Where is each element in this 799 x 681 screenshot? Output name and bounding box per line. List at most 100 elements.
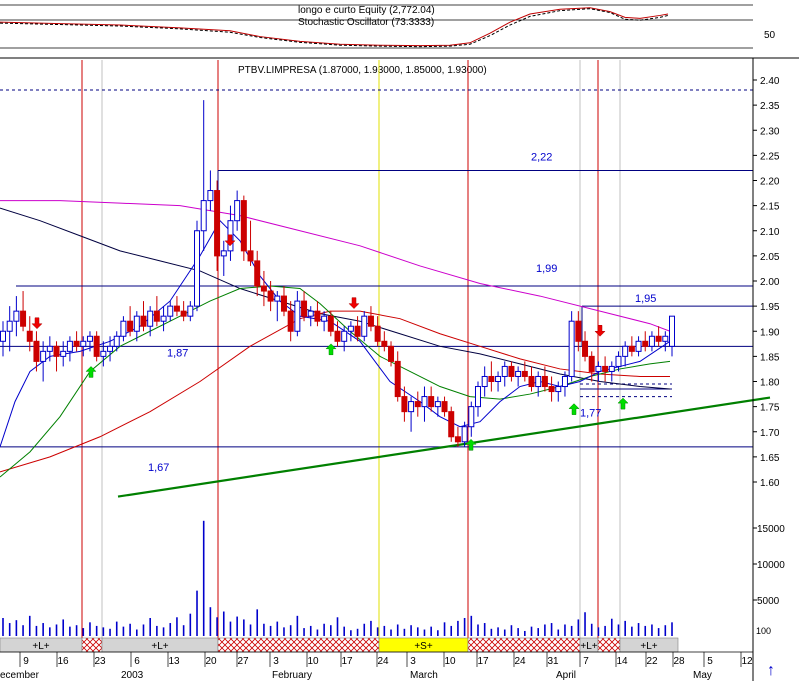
- candle-59: [394, 351, 401, 402]
- candle-body: [107, 345, 114, 352]
- candle-body: [528, 375, 535, 388]
- candle-body: [180, 310, 187, 317]
- volume-bar-77: [517, 628, 519, 636]
- month-label-4: April: [556, 670, 576, 681]
- candle-body: [374, 325, 381, 342]
- day-label-4: 13: [168, 656, 180, 667]
- candle-body: [0, 330, 6, 342]
- candle-6: [40, 341, 47, 382]
- candle-body: [508, 365, 515, 377]
- volume-bar-2: [15, 620, 18, 636]
- volume-bar-47: [316, 629, 319, 636]
- volume-bar-13: [89, 622, 91, 636]
- oscillator-panel: longo e curto Equity (2,772.04) Stochast…: [0, 0, 799, 59]
- candle-79: [528, 366, 535, 392]
- volume-bar-15: [102, 627, 105, 636]
- day-label-2: 23: [94, 656, 106, 667]
- candle-body: [220, 250, 227, 257]
- candle-body: [247, 250, 254, 262]
- volume-bar-56: [376, 627, 379, 636]
- volume-bar-36: [243, 619, 245, 636]
- candle-body: [622, 345, 629, 357]
- volume-bar-51: [343, 626, 345, 636]
- month-label-3: March: [410, 670, 438, 681]
- volume-bar-85: [570, 625, 573, 636]
- candle-42: [280, 286, 287, 317]
- level-label-1: 1,99: [536, 263, 557, 275]
- volume-bar-37: [249, 624, 252, 636]
- volume-bar-44: [296, 615, 299, 636]
- scroll-up-arrow[interactable]: ↑: [767, 662, 775, 679]
- candle-73: [488, 361, 495, 392]
- volume-bar-16: [109, 628, 111, 636]
- price-tick-label: 1.75: [760, 403, 780, 414]
- candle-body: [207, 190, 214, 202]
- candle-33: [220, 240, 227, 276]
- candle-body: [421, 396, 428, 408]
- osc-tick-50: 50: [764, 30, 776, 41]
- candle-35: [234, 190, 241, 231]
- candle-body: [314, 310, 321, 322]
- volume-bar-55: [370, 620, 372, 636]
- volume-bar-86: [577, 619, 580, 636]
- candle-89: [595, 361, 602, 382]
- volume-bar-24: [162, 627, 165, 636]
- signal-band-label: +L+: [580, 641, 597, 652]
- candle-body: [361, 315, 368, 337]
- day-label-3: 6: [134, 656, 140, 667]
- volume-tick-label: 5000: [757, 596, 780, 607]
- candle-83: [555, 381, 562, 402]
- price-tick-label: 1.80: [760, 378, 780, 389]
- candle-body: [454, 436, 461, 443]
- level-label-3: 1,87: [167, 347, 188, 359]
- volume-bar-95: [637, 623, 640, 636]
- candle-body: [260, 285, 267, 292]
- signal-band-1: [81, 637, 103, 653]
- price-tick-label: 1.60: [760, 478, 780, 489]
- volume-bar-92: [617, 624, 620, 636]
- volume-tick-label: 15000: [757, 524, 785, 535]
- candle-85: [568, 311, 575, 382]
- candle-body: [194, 230, 201, 307]
- day-label-5: 20: [205, 656, 217, 667]
- volume-bar-3: [22, 625, 24, 636]
- candle-38: [254, 250, 261, 297]
- candle-100: [669, 315, 675, 357]
- candle-2: [13, 296, 20, 337]
- candle-31: [207, 170, 214, 211]
- volume-bar-43: [289, 625, 292, 636]
- candle-30: [200, 100, 207, 251]
- candle-body: [187, 305, 194, 317]
- day-label-19: 28: [673, 656, 685, 667]
- candle-47: [314, 301, 321, 327]
- price-tick-label: 1.65: [760, 453, 780, 464]
- candle-body: [428, 396, 435, 408]
- volume-bar-65: [437, 630, 439, 636]
- day-label-9: 17: [341, 656, 353, 667]
- signal-band-7: [597, 637, 621, 653]
- volume-bar-98: [657, 628, 660, 636]
- candle-44: [294, 291, 301, 337]
- candle-1: [6, 306, 13, 352]
- volume-bar-52: [350, 630, 352, 636]
- candle-90: [602, 356, 609, 382]
- candle-body: [635, 340, 642, 352]
- candle-body: [301, 300, 308, 317]
- volume-bar-42: [283, 627, 285, 636]
- volume-bar-49: [330, 625, 332, 636]
- candle-body: [347, 325, 354, 332]
- candle-95: [635, 336, 642, 357]
- price-tick-label: 1.85: [760, 352, 780, 363]
- volume-bar-19: [129, 623, 131, 636]
- candle-body: [468, 406, 475, 428]
- candle-body: [127, 320, 134, 332]
- month-label-0: ecember: [0, 670, 40, 681]
- volume-bar-22: [149, 618, 151, 636]
- day-label-14: 24: [514, 656, 526, 667]
- volume-bar-76: [510, 625, 513, 636]
- candle-body: [648, 335, 655, 347]
- day-label-7: 3: [273, 656, 279, 667]
- candle-75: [501, 361, 508, 387]
- volume-bar-88: [590, 623, 593, 636]
- volume-tick-label: 10000: [757, 560, 785, 571]
